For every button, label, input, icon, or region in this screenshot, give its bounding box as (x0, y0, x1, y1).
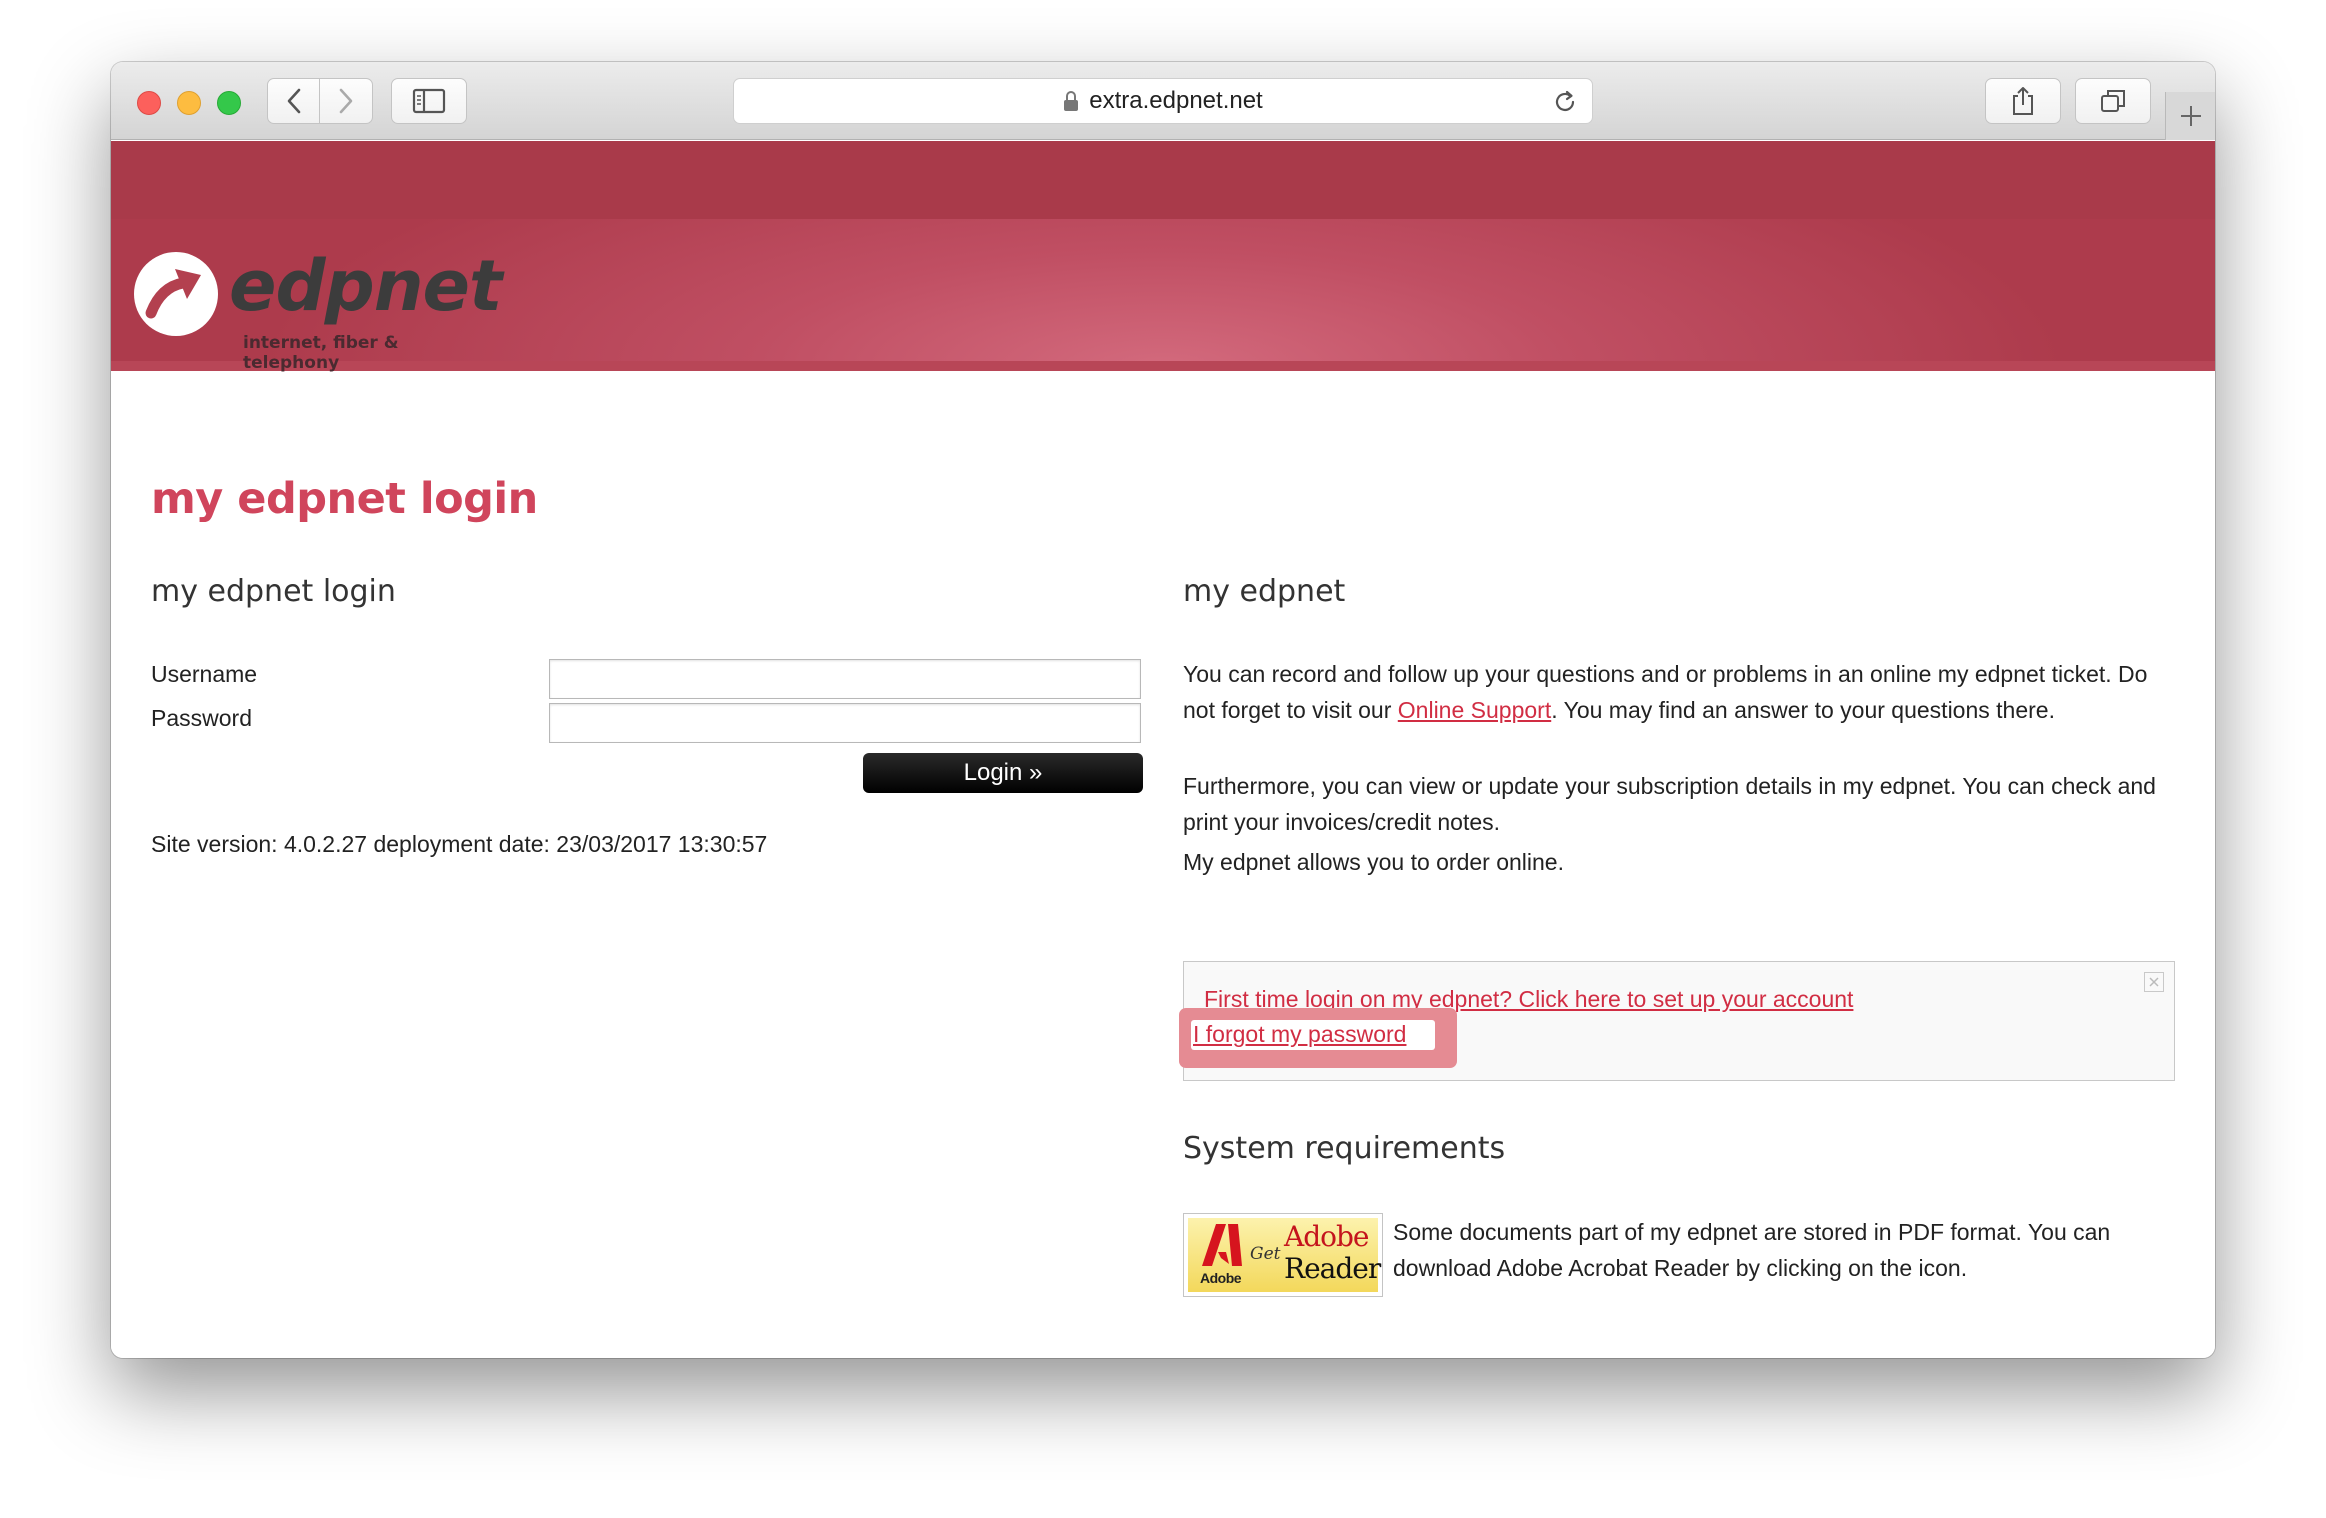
badge-get-text: Get (1250, 1244, 1281, 1264)
logo-tagline: internet, fiber & telephony (243, 333, 399, 373)
url-text: extra.edpnet.net (1089, 87, 1263, 114)
info-paragraph-support: You can record and follow up your questi… (1183, 656, 2183, 728)
online-support-link[interactable]: Online Support (1398, 697, 1551, 723)
login-heading: my edpnet login (151, 574, 396, 609)
info-paragraph-subscription: Furthermore, you can view or update your… (1183, 773, 2156, 835)
new-tab-button[interactable] (2165, 92, 2215, 140)
tabs-icon (2101, 90, 2125, 112)
lock-icon (1064, 91, 1079, 111)
adobe-logo-icon (1202, 1224, 1242, 1266)
tabs-overview-button[interactable] (2075, 78, 2151, 124)
requirements-heading: System requirements (1183, 1131, 1506, 1166)
adobe-small-text: Adobe (1200, 1270, 1242, 1286)
sidebar-icon (412, 88, 446, 114)
navigation-buttons (267, 78, 373, 124)
browser-toolbar: extra.edpnet.net (111, 62, 2215, 140)
info-paragraph-order: My edpnet allows you to order online. (1183, 849, 1564, 875)
logo-wordmark: edpnet (229, 245, 502, 327)
forgot-password-link[interactable]: I forgot my password (1193, 1021, 1406, 1048)
info-text: . You may find an answer to your questio… (1551, 697, 2055, 723)
info-heading: my edpnet (1183, 574, 1346, 609)
plus-icon (2180, 106, 2201, 126)
web-page: edpnet internet, fiber & telephony my ed… (111, 141, 2215, 1358)
site-version: Site version: 4.0.2.27 deployment date: … (151, 831, 768, 857)
password-input[interactable] (549, 703, 1141, 743)
edpnet-logo[interactable]: edpnet internet, fiber & telephony (131, 239, 502, 373)
reload-icon[interactable] (1552, 89, 1578, 115)
get-adobe-reader-badge[interactable]: Adobe Get Adobe Reader (1183, 1213, 1383, 1297)
maximize-window-button[interactable] (217, 91, 241, 115)
minimize-window-button[interactable] (177, 91, 201, 115)
back-button[interactable] (267, 78, 320, 124)
chevron-left-icon (287, 88, 300, 114)
share-icon (2013, 87, 2033, 115)
share-button[interactable] (1985, 78, 2061, 124)
address-bar[interactable]: extra.edpnet.net (733, 78, 1593, 124)
chevron-right-icon (339, 88, 353, 114)
username-input[interactable] (549, 659, 1141, 699)
browser-window: extra.edpnet.net edpnet internet, fiber … (111, 62, 2215, 1358)
username-label: Username (151, 661, 258, 687)
arrow-circle-logo-icon (134, 252, 218, 336)
login-button[interactable]: Login » (863, 753, 1143, 793)
password-label: Password (151, 705, 252, 731)
badge-brand-text: Adobe (1284, 1220, 1369, 1253)
sidebar-button[interactable] (391, 78, 467, 124)
badge-product-text: Reader (1284, 1252, 1381, 1285)
requirements-text: Some documents part of my edpnet are sto… (1393, 1219, 2111, 1281)
forward-button[interactable] (320, 78, 373, 124)
page-title: my edpnet login (151, 474, 538, 524)
close-icon[interactable] (2144, 972, 2164, 992)
forgot-password-highlight: I forgot my password (1179, 1008, 1457, 1068)
site-banner: edpnet internet, fiber & telephony (111, 219, 2215, 373)
banner-top-strip (111, 141, 2215, 219)
close-window-button[interactable] (137, 91, 161, 115)
